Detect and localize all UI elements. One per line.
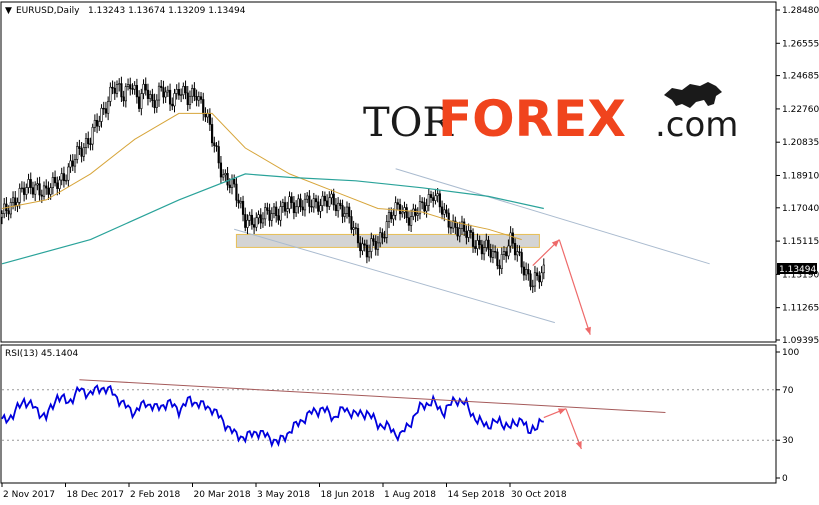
- rsi-tick-label: 70: [782, 386, 794, 396]
- current-price-label: 1.13494: [779, 265, 816, 275]
- time-tick-label: 2 Feb 2018: [130, 490, 181, 500]
- price-tick-label: 1.18910: [782, 171, 819, 181]
- time-axis: 2 Nov 2017 18 Dec 2017 2 Feb 2018 20 Mar 20…: [1, 483, 567, 500]
- price-tick-label: 1.09395: [782, 336, 819, 346]
- price-tick-label: 1.11265: [782, 304, 819, 314]
- rsi-tick-label: 30: [782, 436, 794, 446]
- price-tick-label: 1.22760: [782, 105, 819, 115]
- price-tick-label: 1.15115: [782, 237, 819, 247]
- price-tick-label: 1.24685: [782, 72, 819, 82]
- time-tick-label: 2 Nov 2017: [3, 490, 55, 500]
- time-tick-label: 1 Aug 2018: [384, 490, 436, 500]
- time-tick-label: 18 Jun 2018: [321, 490, 375, 500]
- price-tick-label: 1.17040: [782, 204, 819, 214]
- header-triangle-icon: ▼: [5, 6, 12, 16]
- eurusd-chart[interactable]: ▼ EURUSD,Daily 1.13243 1.13674 1.13209 1…: [0, 0, 819, 505]
- logo-forex-text: FOREX: [438, 90, 626, 148]
- price-tick-label: 1.28480: [782, 6, 819, 16]
- resistance-zone: [235, 233, 540, 248]
- rsi-tick-label: 0: [782, 474, 788, 484]
- logo-com-text: .com: [655, 105, 738, 145]
- header-ohlc: 1.13243 1.13674 1.13209 1.13494: [88, 6, 246, 16]
- rsi-tick-label: 100: [782, 348, 799, 358]
- rsi-panel[interactable]: [0, 344, 777, 484]
- time-tick-label: 20 Mar 2018: [194, 490, 251, 500]
- rsi-label: RSI(13) 45.1404: [5, 349, 78, 359]
- time-tick-label: 18 Dec 2017: [67, 490, 125, 500]
- header-symbol: EURUSD,Daily: [16, 6, 80, 16]
- time-tick-label: 30 Oct 2018: [511, 490, 567, 500]
- time-tick-label: 3 May 2018: [257, 490, 310, 500]
- time-tick-label: 14 Sep 2018: [448, 490, 505, 500]
- price-panel[interactable]: [0, 1, 777, 343]
- price-tick-label: 1.20835: [782, 138, 819, 148]
- price-tick-label: 1.26555: [782, 39, 819, 49]
- rsi-axis: 100 70 30 0: [776, 348, 799, 484]
- price-axis: 1.28480 1.26555 1.24685 1.22760 1.20835 1.189…: [776, 6, 819, 346]
